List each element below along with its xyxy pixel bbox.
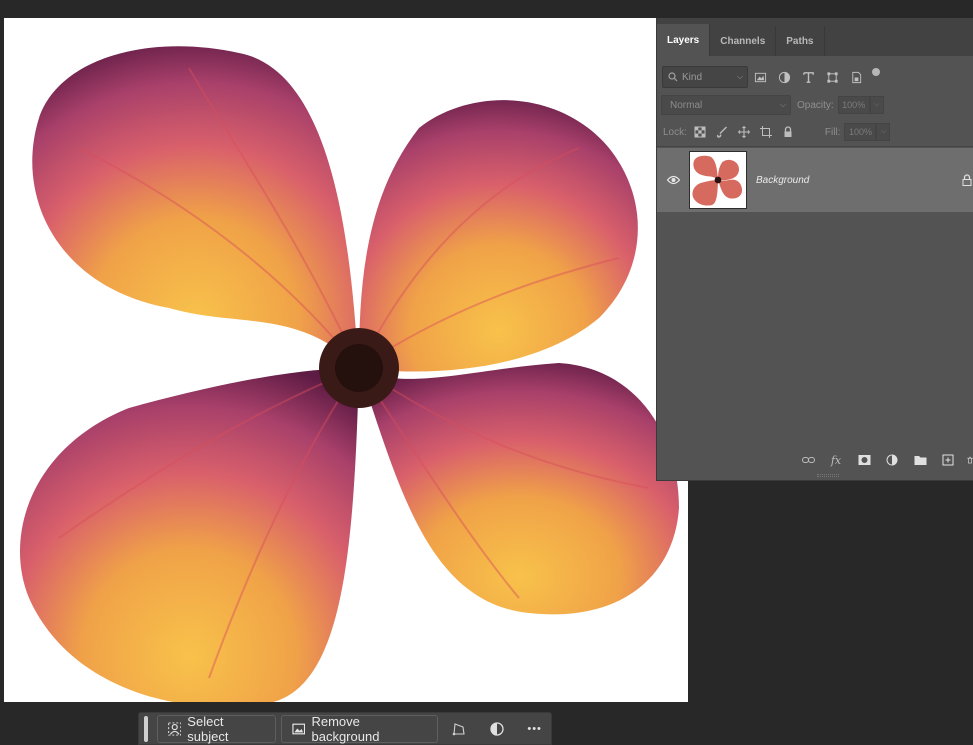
- opacity-chevron-icon[interactable]: ⌵: [869, 96, 884, 114]
- opacity-field[interactable]: 100%: [837, 96, 870, 114]
- filter-toggle-icon[interactable]: [872, 68, 880, 76]
- filter-adjustment-icon[interactable]: [772, 66, 796, 88]
- add-mask-icon[interactable]: [854, 451, 874, 469]
- filter-pixel-icon[interactable]: [748, 66, 772, 88]
- panel-tabs: Layers Channels Paths: [657, 18, 973, 56]
- filter-type-icon[interactable]: [796, 66, 820, 88]
- filter-smart-object-icon[interactable]: [844, 66, 868, 88]
- image-icon: [292, 723, 306, 734]
- layers-panel-footer: fx: [657, 450, 973, 470]
- select-subject-label: Select subject: [187, 713, 229, 744]
- visibility-eye-icon[interactable]: [657, 175, 689, 185]
- select-subject-button[interactable]: Select subject: [156, 713, 277, 744]
- petal-top-right: [359, 100, 638, 372]
- lock-row: Lock: Fill: 100% ⌵: [657, 122, 973, 142]
- lock-image-pixels-icon[interactable]: [713, 123, 731, 141]
- blend-mode-value: Normal: [670, 99, 703, 111]
- chevron-down-icon: ⌵: [779, 100, 786, 109]
- layer-lock-icon: [962, 174, 972, 186]
- fill-label: Fill:: [824, 126, 841, 138]
- petal-bottom-right: [359, 363, 679, 615]
- panel-resize-grip[interactable]: [817, 474, 839, 477]
- link-layers-icon[interactable]: [798, 451, 818, 469]
- petal-bottom-left: [19, 368, 359, 702]
- tab-layers[interactable]: Layers: [657, 24, 711, 56]
- lock-all-icon[interactable]: [779, 123, 797, 141]
- taskbar-drag-handle[interactable]: [144, 715, 148, 742]
- more-options-icon[interactable]: •••: [518, 715, 551, 743]
- layer-row-background[interactable]: Background: [657, 148, 973, 212]
- layer-style-fx-icon[interactable]: fx: [826, 451, 846, 469]
- layers-panel: Layers Channels Paths Kind ⌵ Normal ⌵ Op…: [656, 18, 973, 481]
- fill-chevron-icon[interactable]: ⌵: [876, 123, 891, 141]
- opacity-label: Opacity:: [797, 99, 834, 111]
- chevron-down-icon: ⌵: [736, 72, 743, 81]
- tab-channels[interactable]: Channels: [710, 26, 777, 56]
- search-icon: [668, 72, 678, 82]
- filter-kind-label: Kind: [682, 71, 703, 83]
- lock-transparent-pixels-icon[interactable]: [691, 123, 709, 141]
- filter-kind-dropdown[interactable]: Kind ⌵: [662, 66, 748, 88]
- lasso-select-icon[interactable]: [443, 715, 476, 743]
- blend-row: Normal ⌵ Opacity: 100% ⌵: [657, 95, 973, 115]
- fill-field[interactable]: 100%: [844, 123, 877, 141]
- document-canvas[interactable]: [4, 18, 688, 702]
- delete-layer-icon[interactable]: [966, 451, 973, 469]
- select-subject-icon: [168, 721, 182, 736]
- remove-background-label: Remove background: [311, 713, 380, 744]
- contextual-task-bar: Select subject Remove background •••: [138, 712, 552, 745]
- layer-thumbnail: [689, 151, 747, 209]
- layer-filter-row: Kind ⌵: [657, 66, 973, 88]
- panel-divider: [657, 146, 973, 147]
- new-adjustment-layer-icon[interactable]: [882, 451, 902, 469]
- adjustment-circle-icon[interactable]: [481, 715, 514, 743]
- filter-shape-icon[interactable]: [820, 66, 844, 88]
- new-group-folder-icon[interactable]: [910, 451, 930, 469]
- tab-paths[interactable]: Paths: [776, 26, 825, 56]
- lock-position-icon[interactable]: [735, 123, 753, 141]
- petal-top-left: [32, 46, 359, 368]
- lock-artboard-icon[interactable]: [757, 123, 775, 141]
- remove-background-button[interactable]: Remove background: [281, 713, 438, 744]
- flower-image: [19, 46, 679, 702]
- blend-mode-dropdown[interactable]: Normal ⌵: [661, 95, 791, 115]
- layer-name[interactable]: Background: [756, 175, 809, 186]
- lock-label: Lock:: [663, 126, 687, 138]
- new-layer-icon[interactable]: [938, 451, 958, 469]
